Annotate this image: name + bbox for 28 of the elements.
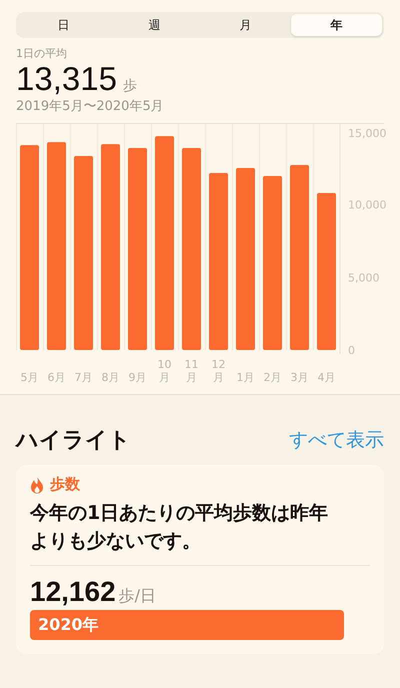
daily-average: 12,162: [30, 576, 116, 608]
axis-label: 5月: [20, 372, 40, 384]
date-range: 2019年5月〜2020年5月: [16, 98, 165, 116]
axis-label: 4月: [316, 372, 336, 384]
average-label: 1日の平均: [16, 46, 68, 61]
axis-label: 11月: [184, 359, 200, 384]
section-title: ハイライト: [16, 427, 131, 456]
highlight-card[interactable]: 歩数 今年の1日あたりの平均歩数は昨年よりも少ないです。 12,162 歩/日 2020年: [16, 465, 384, 654]
axis-label: 3月: [290, 372, 310, 384]
tab[interactable]: 日: [18, 14, 109, 36]
category-label: 歩数: [50, 475, 80, 494]
axis-label: 8月: [100, 372, 120, 384]
unit-label: 歩/日: [118, 586, 156, 608]
axis-label: 6月: [46, 372, 66, 384]
step-count: 13,315: [16, 61, 117, 98]
axis-label: 1月: [236, 372, 256, 384]
axis-label: 2月: [262, 372, 282, 384]
axis-label: 12月: [210, 359, 226, 384]
unit-label: 歩: [122, 77, 137, 95]
highlight-message: 今年の1日あたりの平均歩数は昨年よりも少ないです。: [30, 500, 370, 566]
tab[interactable]: 月: [200, 14, 291, 36]
tab[interactable]: 週: [109, 14, 200, 36]
axis-label: 9月: [128, 372, 148, 384]
year-label: 2020年: [38, 614, 99, 636]
axis-label: 7月: [74, 372, 94, 384]
tab[interactable]: 年: [291, 14, 382, 36]
axis-label: 10月: [156, 359, 172, 384]
flame-icon: [30, 476, 44, 494]
